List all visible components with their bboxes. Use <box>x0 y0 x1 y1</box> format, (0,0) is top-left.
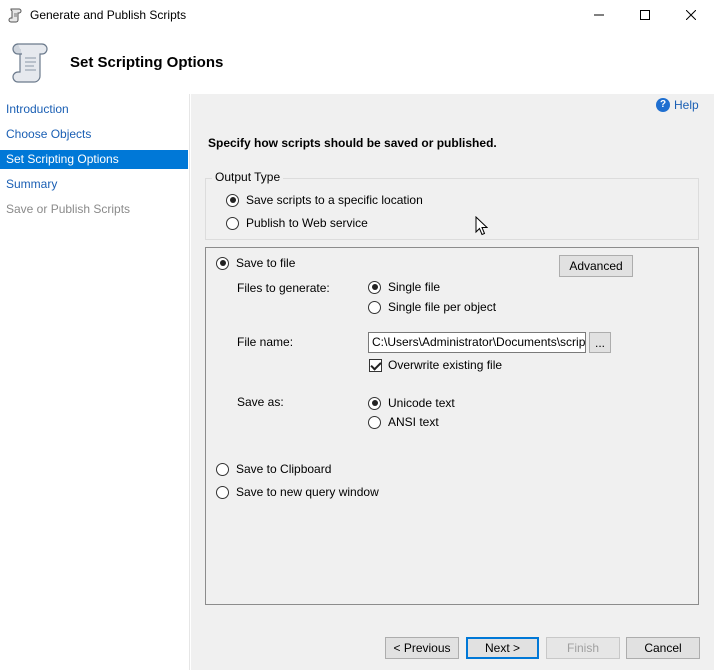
radio-label: Save to file <box>236 256 296 270</box>
minimize-button[interactable] <box>576 0 622 30</box>
help-link[interactable]: ? Help <box>656 98 699 112</box>
close-icon <box>686 10 696 20</box>
radio-save-to-location[interactable]: Save scripts to a specific location <box>226 193 423 207</box>
help-icon: ? <box>656 98 670 112</box>
app-scroll-icon <box>8 8 22 23</box>
radio-single-file-per-object[interactable]: Single file per object <box>368 300 496 314</box>
overwrite-existing-checkbox[interactable]: Overwrite existing file <box>369 358 502 372</box>
output-type-group: Output Type Save scripts to a specific l… <box>205 170 699 240</box>
main-content: ? Help Specify how scripts should be sav… <box>191 94 714 670</box>
previous-button[interactable]: < Previous <box>385 637 459 659</box>
cancel-button[interactable]: Cancel <box>626 637 700 659</box>
radio-save-to-file[interactable]: Save to file <box>216 256 295 270</box>
radio-unselected-indicator <box>368 415 381 429</box>
radio-label: Unicode text <box>388 396 455 410</box>
radio-publish-web-service[interactable]: Publish to Web service <box>226 216 368 230</box>
radio-selected-indicator <box>368 280 381 294</box>
next-button[interactable]: Next > <box>466 637 539 659</box>
radio-unselected-indicator <box>368 300 381 314</box>
radio-ansi-text[interactable]: ANSI text <box>368 415 439 429</box>
advanced-button[interactable]: Advanced <box>559 255 633 277</box>
wizard-steps-sidebar: Introduction Choose Objects Set Scriptin… <box>0 94 190 670</box>
file-name-input[interactable]: C:\Users\Administrator\Documents\script.… <box>368 332 586 353</box>
mouse-pointer-icon <box>475 216 488 236</box>
finish-button: Finish <box>546 637 620 659</box>
radio-label: Single file <box>388 280 441 294</box>
checkbox-checked-indicator <box>369 358 382 372</box>
title-bar: Generate and Publish Scripts <box>0 0 714 30</box>
radio-single-file[interactable]: Single file <box>368 280 440 294</box>
file-name-label: File name: <box>237 335 294 349</box>
page-title: Set Scripting Options <box>70 54 224 71</box>
radio-unselected-indicator <box>216 462 229 476</box>
close-button[interactable] <box>668 0 714 30</box>
radio-unselected-indicator <box>226 216 239 230</box>
radio-unselected-indicator <box>216 485 229 499</box>
radio-label: ANSI text <box>388 415 439 429</box>
radio-label: Single file per object <box>388 300 497 314</box>
maximize-icon <box>640 10 650 20</box>
sidebar-item-introduction[interactable]: Introduction <box>0 100 188 119</box>
radio-label: Save to new query window <box>236 485 379 499</box>
sidebar-item-summary[interactable]: Summary <box>0 175 188 194</box>
minimize-icon <box>594 14 604 16</box>
maximize-button[interactable] <box>622 0 668 30</box>
save-as-label: Save as: <box>237 395 284 409</box>
radio-unicode-text[interactable]: Unicode text <box>368 396 455 410</box>
radio-label: Save scripts to a specific location <box>246 193 423 207</box>
radio-save-to-clipboard[interactable]: Save to Clipboard <box>216 462 331 476</box>
radio-save-to-query-window[interactable]: Save to new query window <box>216 485 379 499</box>
help-label: Help <box>674 98 699 112</box>
radio-label: Publish to Web service <box>246 216 368 230</box>
radio-selected-indicator <box>226 193 239 207</box>
scroll-icon <box>12 43 48 83</box>
save-options-panel: Save to file Advanced Files to generate:… <box>205 247 699 605</box>
output-type-legend: Output Type <box>212 170 284 184</box>
checkbox-label: Overwrite existing file <box>388 358 503 372</box>
files-to-generate-label: Files to generate: <box>237 281 330 295</box>
browse-button[interactable]: ... <box>589 332 611 353</box>
sidebar-item-choose-objects[interactable]: Choose Objects <box>0 125 188 144</box>
radio-selected-indicator <box>368 396 381 410</box>
radio-selected-indicator <box>216 256 229 270</box>
window-title: Generate and Publish Scripts <box>30 8 187 22</box>
sidebar-item-set-scripting-options[interactable]: Set Scripting Options <box>0 150 188 169</box>
radio-label: Save to Clipboard <box>236 462 332 476</box>
sidebar-item-save-or-publish: Save or Publish Scripts <box>6 202 131 216</box>
wizard-header: Set Scripting Options <box>0 30 714 94</box>
instruction-text: Specify how scripts should be saved or p… <box>208 136 497 150</box>
